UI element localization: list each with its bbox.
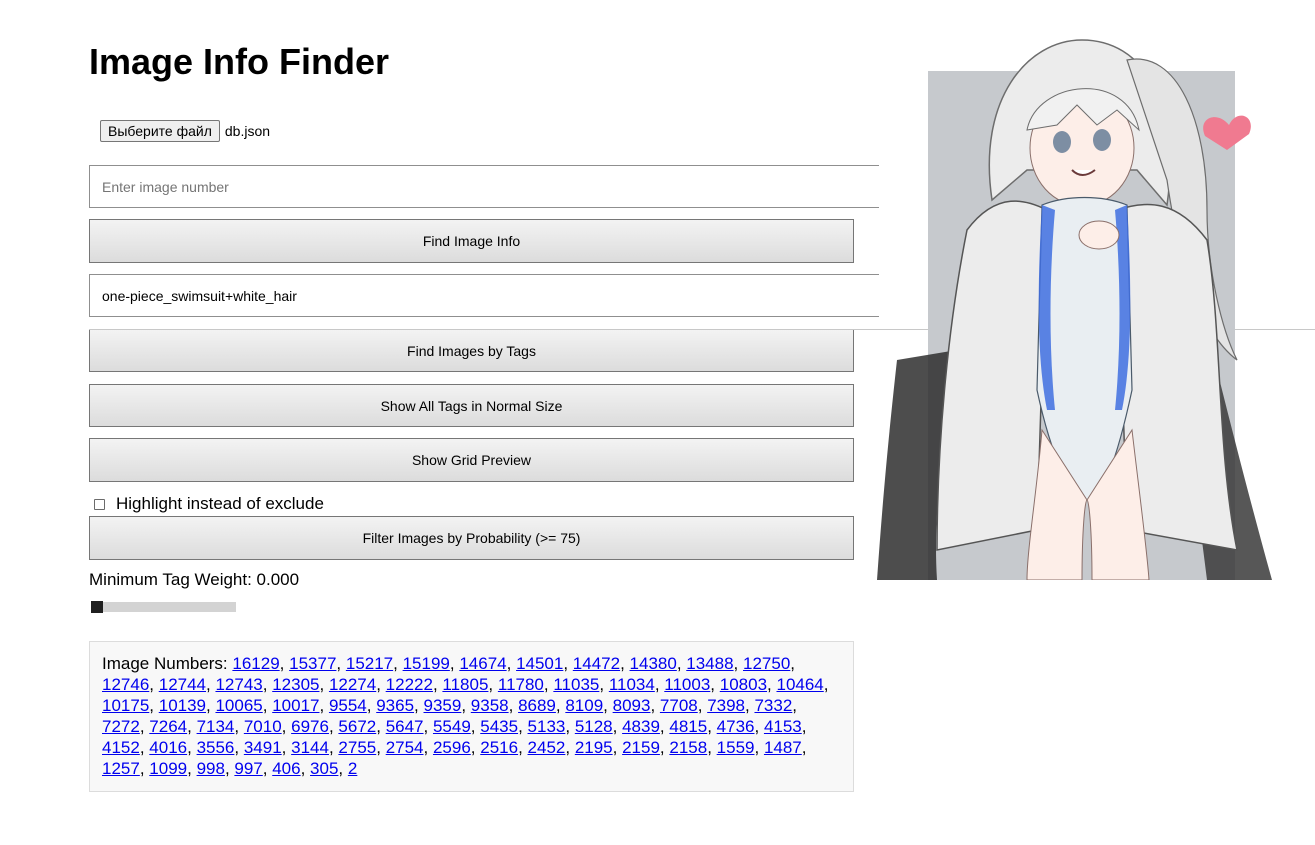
choose-file-button[interactable]: Выберите файл: [100, 120, 220, 142]
character-illustration: [877, 39, 1272, 580]
image-number-link[interactable]: 2: [348, 759, 357, 778]
image-number-link[interactable]: 9358: [471, 696, 509, 715]
image-number-link[interactable]: 7398: [707, 696, 745, 715]
image-number-link[interactable]: 7332: [754, 696, 792, 715]
image-number-link[interactable]: 12274: [329, 675, 376, 694]
image-number-link[interactable]: 2516: [480, 738, 518, 757]
image-number-link[interactable]: 10464: [776, 675, 823, 694]
image-number-link[interactable]: 2195: [575, 738, 613, 757]
image-number-link[interactable]: 6976: [291, 717, 329, 736]
image-number-link[interactable]: 11780: [498, 675, 544, 694]
image-number-link[interactable]: 7272: [102, 717, 140, 736]
image-number-link[interactable]: 5647: [386, 717, 424, 736]
image-number-input[interactable]: [89, 165, 879, 208]
image-number-link[interactable]: 11003: [664, 675, 710, 694]
image-number-link[interactable]: 1559: [717, 738, 755, 757]
slider-track[interactable]: [91, 602, 236, 612]
image-number-link[interactable]: 9554: [329, 696, 367, 715]
find-image-info-button[interactable]: Find Image Info: [89, 219, 854, 263]
image-number-link[interactable]: 3144: [291, 738, 329, 757]
image-number-link[interactable]: 305: [310, 759, 338, 778]
image-number-link[interactable]: 4152: [102, 738, 140, 757]
image-number-link[interactable]: 406: [272, 759, 300, 778]
image-number-link[interactable]: 11035: [553, 675, 599, 694]
image-number-link[interactable]: 10017: [272, 696, 319, 715]
image-number-link[interactable]: 2754: [386, 738, 424, 757]
image-number-link[interactable]: 3556: [197, 738, 235, 757]
image-number-link[interactable]: 12305: [272, 675, 319, 694]
results-panel: Image Numbers: 16129, 15377, 15217, 1519…: [89, 641, 854, 792]
image-number-link[interactable]: 14501: [516, 654, 563, 673]
image-number-link[interactable]: 4839: [622, 717, 660, 736]
image-number-link[interactable]: 5672: [338, 717, 376, 736]
image-number-link[interactable]: 7134: [197, 717, 235, 736]
min-tag-weight-label: Minimum Tag Weight: 0.000: [89, 570, 300, 589]
image-number-link[interactable]: 5133: [528, 717, 566, 736]
image-number-link[interactable]: 12222: [386, 675, 433, 694]
image-number-link[interactable]: 5435: [480, 717, 518, 736]
image-number-link[interactable]: 11805: [442, 675, 488, 694]
file-picker: Выберите файл db.json: [100, 119, 270, 143]
image-number-link[interactable]: 8689: [518, 696, 556, 715]
image-number-link[interactable]: 7264: [149, 717, 187, 736]
image-number-link[interactable]: 5128: [575, 717, 613, 736]
highlight-checkbox[interactable]: [94, 498, 105, 510]
image-number-link[interactable]: 998: [197, 759, 225, 778]
image-number-link[interactable]: 16129: [232, 654, 279, 673]
image-number-link[interactable]: 2452: [528, 738, 566, 757]
show-grid-preview-button[interactable]: Show Grid Preview: [89, 438, 854, 482]
image-number-link[interactable]: 3491: [244, 738, 282, 757]
image-number-link[interactable]: 10175: [102, 696, 149, 715]
show-all-tags-button[interactable]: Show All Tags in Normal Size: [89, 384, 854, 427]
image-number-link[interactable]: 13488: [686, 654, 733, 673]
image-number-link[interactable]: 2159: [622, 738, 660, 757]
image-number-link[interactable]: 15377: [289, 654, 336, 673]
image-number-link[interactable]: 7010: [244, 717, 282, 736]
image-number-link[interactable]: 14472: [573, 654, 620, 673]
image-number-link[interactable]: 1257: [102, 759, 140, 778]
image-number-link[interactable]: 15199: [403, 654, 450, 673]
min-tag-weight-slider[interactable]: [91, 601, 236, 613]
image-number-link[interactable]: 2755: [338, 738, 376, 757]
results-prefix: Image Numbers:: [102, 654, 233, 673]
image-number-link[interactable]: 2596: [433, 738, 471, 757]
image-number-link[interactable]: 10139: [159, 696, 206, 715]
image-number-link[interactable]: 14674: [459, 654, 506, 673]
filter-by-probability-button[interactable]: Filter Images by Probability (>= 75): [89, 516, 854, 560]
highlight-option: Highlight instead of exclude: [94, 494, 324, 514]
image-number-link[interactable]: 9359: [424, 696, 462, 715]
heart-icon: [1203, 115, 1251, 150]
image-number-link[interactable]: 11034: [609, 675, 655, 694]
image-number-link[interactable]: 1487: [764, 738, 802, 757]
find-images-by-tags-button[interactable]: Find Images by Tags: [89, 329, 854, 372]
image-number-link[interactable]: 14380: [630, 654, 677, 673]
selected-file-name: db.json: [224, 123, 271, 139]
preview-image: [877, 30, 1274, 580]
image-number-link[interactable]: 4815: [669, 717, 707, 736]
image-number-link[interactable]: 9365: [376, 696, 414, 715]
image-number-link[interactable]: 4736: [717, 717, 755, 736]
image-number-link[interactable]: 12743: [215, 675, 262, 694]
image-number-link[interactable]: 2158: [669, 738, 707, 757]
image-number-link[interactable]: 15217: [346, 654, 393, 673]
image-number-link[interactable]: 8093: [613, 696, 651, 715]
image-number-link[interactable]: 10803: [720, 675, 767, 694]
image-number-link[interactable]: 12750: [743, 654, 790, 673]
highlight-checkbox-label[interactable]: Highlight instead of exclude: [116, 494, 324, 514]
image-number-link[interactable]: 10065: [215, 696, 262, 715]
image-number-link[interactable]: 7708: [660, 696, 698, 715]
image-number-link[interactable]: 4016: [149, 738, 187, 757]
page-title: Image Info Finder: [89, 41, 390, 82]
image-number-link[interactable]: 997: [234, 759, 262, 778]
image-number-link[interactable]: 12746: [102, 675, 149, 694]
image-number-link[interactable]: 12744: [159, 675, 206, 694]
slider-thumb[interactable]: [91, 601, 103, 613]
image-number-link[interactable]: 5549: [433, 717, 471, 736]
tags-input[interactable]: [89, 274, 879, 317]
image-number-link[interactable]: 1099: [149, 759, 187, 778]
image-number-link[interactable]: 4153: [764, 717, 802, 736]
image-number-link[interactable]: 8109: [565, 696, 603, 715]
